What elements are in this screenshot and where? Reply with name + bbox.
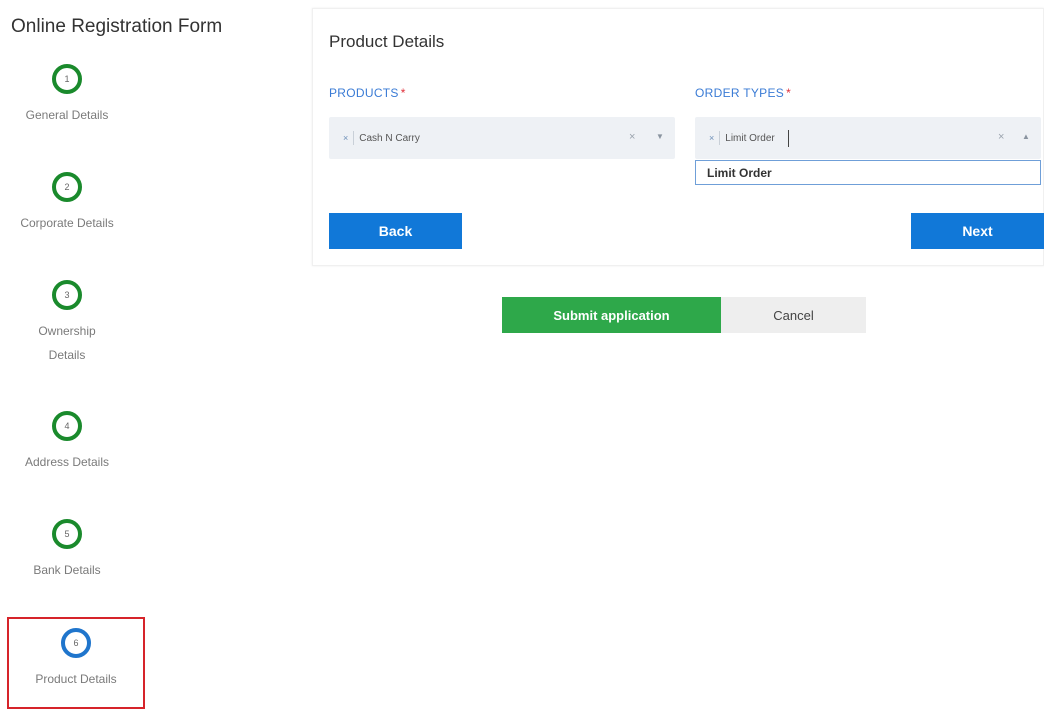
selected-product-chip: × Cash N Carry <box>343 131 420 145</box>
chip-remove-icon[interactable]: × <box>343 133 348 143</box>
step-label: Bank Details <box>33 563 101 577</box>
next-button[interactable]: Next <box>911 213 1044 249</box>
step-number-circle: 5 <box>52 519 82 549</box>
selected-order-type-chip: × Limit Order <box>709 131 775 145</box>
order-types-label: ORDER TYPES * <box>695 86 791 100</box>
dropdown-option[interactable]: Limit Order <box>707 166 772 180</box>
step-corporate-details[interactable]: 2 Corporate Details <box>0 172 134 235</box>
step-number-circle: 1 <box>52 64 82 94</box>
step-product-details[interactable]: 6 Product Details <box>7 628 145 691</box>
clear-icon[interactable]: × <box>629 131 635 143</box>
chip-remove-icon[interactable]: × <box>709 133 714 143</box>
chip-label: Cash N Carry <box>359 132 420 144</box>
required-mark: * <box>786 86 792 100</box>
order-types-label-text: ORDER TYPES <box>695 86 785 100</box>
chip-divider <box>719 131 721 145</box>
step-label: Product Details <box>35 672 117 686</box>
step-number-circle: 2 <box>52 172 82 202</box>
chevron-down-icon[interactable]: ▼ <box>656 132 664 141</box>
back-button[interactable]: Back <box>329 213 462 249</box>
chip-divider <box>353 131 355 145</box>
section-title: Product Details <box>329 32 445 51</box>
step-ownership-details[interactable]: 3 Ownership Details <box>0 280 134 367</box>
step-address-details[interactable]: 4 Address Details <box>0 411 134 474</box>
step-general-details[interactable]: 1 General Details <box>0 64 134 127</box>
step-label: General Details <box>25 108 109 122</box>
step-number-circle: 6 <box>61 628 91 658</box>
cancel-button[interactable]: Cancel <box>721 297 866 333</box>
order-types-dropdown: Limit Order <box>695 160 1041 185</box>
step-label: Address Details <box>24 455 110 469</box>
step-label: Corporate Details <box>20 216 114 230</box>
step-label: Ownership Details <box>38 324 96 362</box>
chip-label: Limit Order <box>725 132 775 144</box>
submit-application-button[interactable]: Submit application <box>502 297 721 333</box>
text-cursor <box>787 129 789 147</box>
chevron-up-icon[interactable]: ▲ <box>1022 132 1030 141</box>
products-label: PRODUCTS * <box>329 86 406 100</box>
products-label-text: PRODUCTS <box>329 86 399 100</box>
clear-icon[interactable]: × <box>998 131 1004 143</box>
order-types-select[interactable]: × Limit Order × ▲ <box>695 117 1041 159</box>
required-mark: * <box>400 86 406 100</box>
product-details-card: Product Details PRODUCTS * × Cash N Carry… <box>312 8 1044 266</box>
step-number-circle: 3 <box>52 280 82 310</box>
form-title: Online Registration Form <box>11 16 223 37</box>
registration-page: Online Registration Form 1 General Detai… <box>0 0 1044 711</box>
products-select[interactable]: × Cash N Carry × ▼ <box>329 117 675 159</box>
step-number-circle: 4 <box>52 411 82 441</box>
step-bank-details[interactable]: 5 Bank Details <box>0 519 134 582</box>
